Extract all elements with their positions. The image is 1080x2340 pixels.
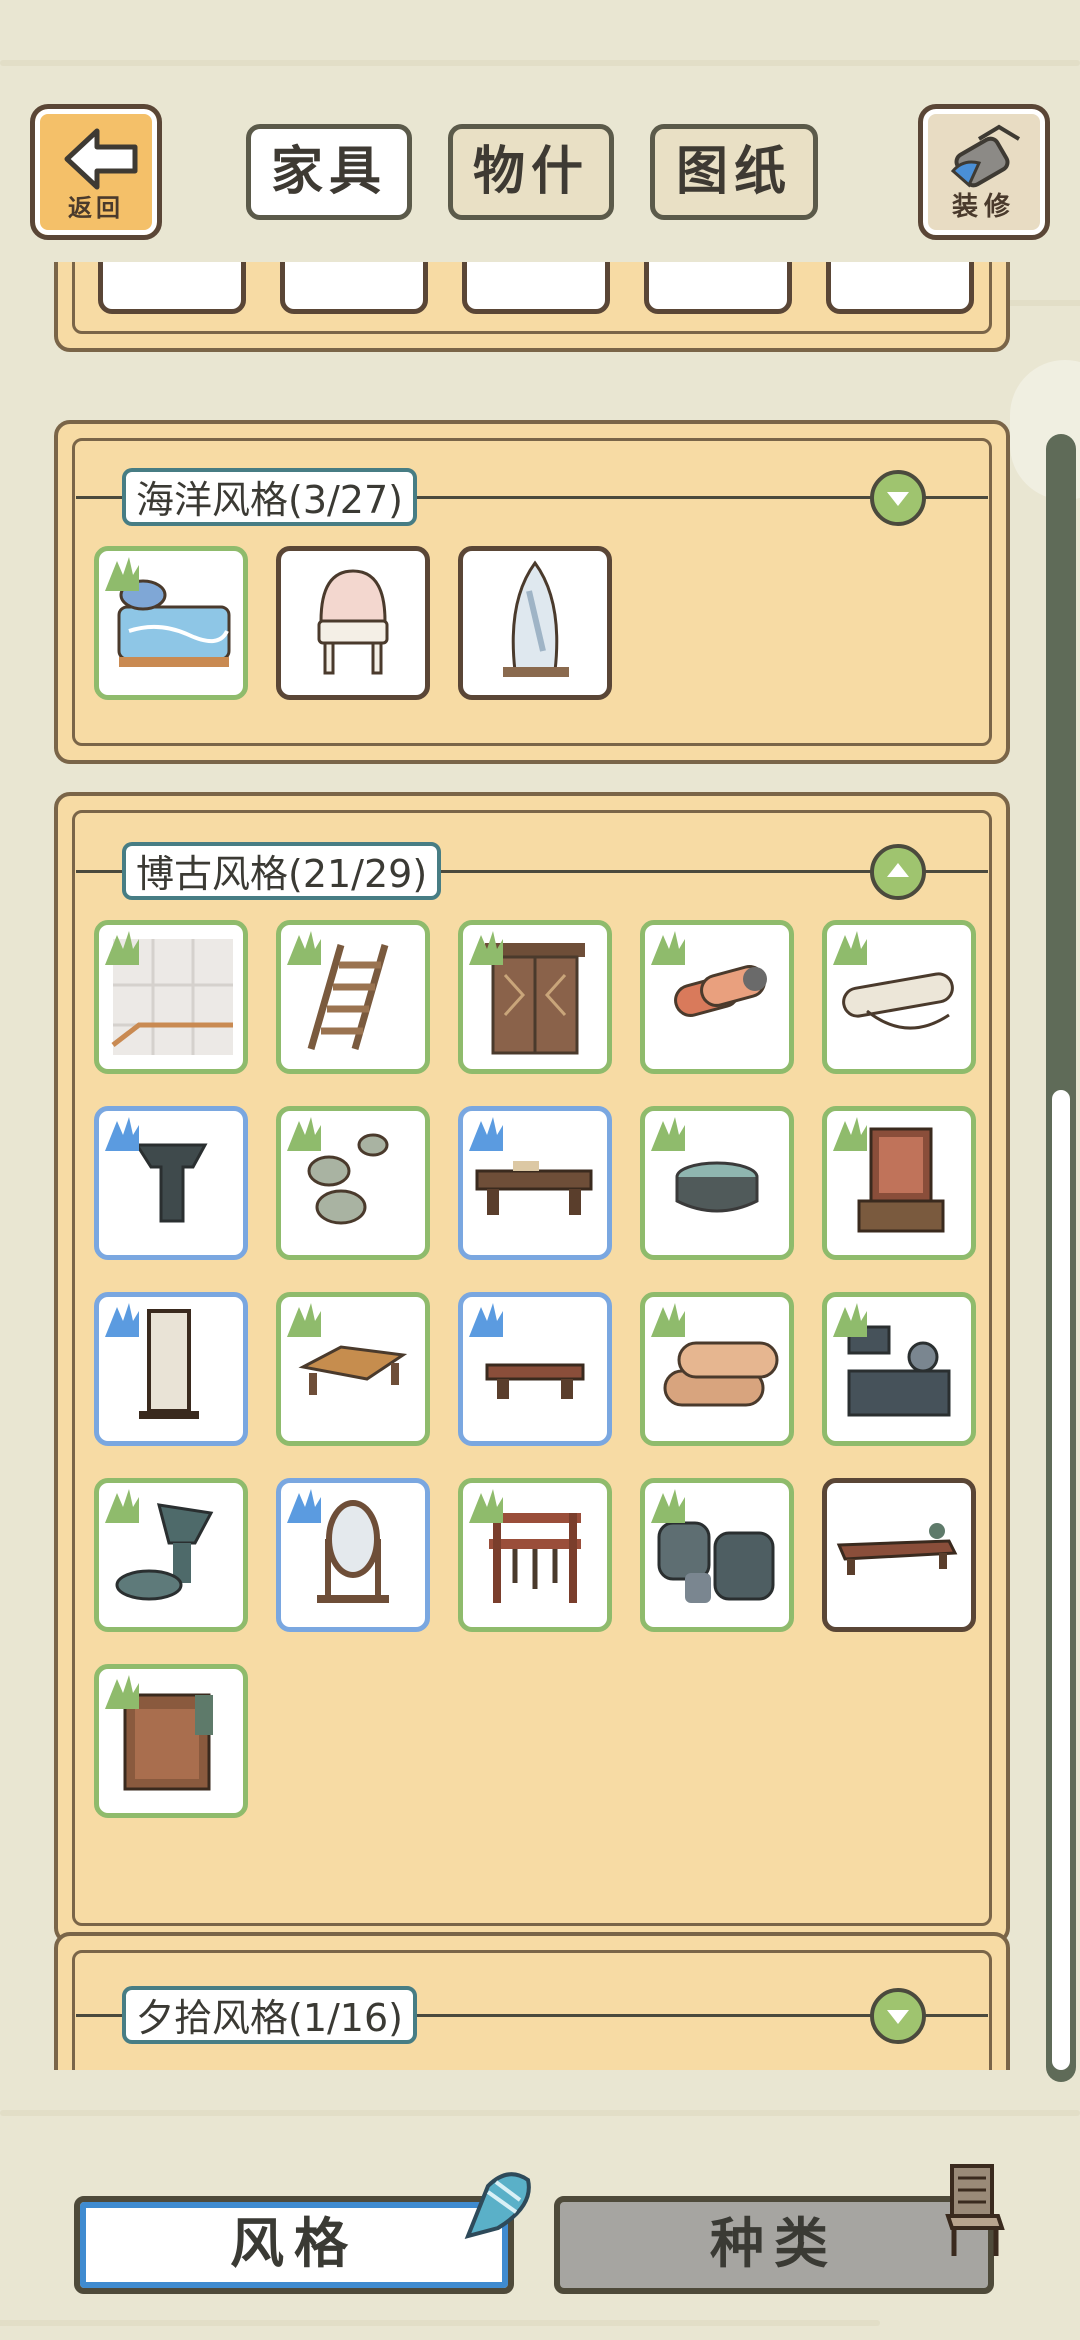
owned-hand-icon xyxy=(833,1117,867,1151)
owned-hand-icon xyxy=(105,557,139,591)
style-list[interactable]: 海洋风格(3/27) 博古风格(21/29) 夕拾风格(1/16) xyxy=(0,262,1080,2070)
expand-toggle[interactable] xyxy=(870,1988,926,2044)
previous-item-2[interactable] xyxy=(280,262,428,314)
item-shell-chair[interactable] xyxy=(276,546,430,700)
tab-furniture[interactable]: 家具 xyxy=(246,124,412,220)
item-low-desk[interactable] xyxy=(458,1106,612,1260)
section-title: 夕拾风格(1/16) xyxy=(122,1986,417,2044)
owned-hand-icon xyxy=(105,931,139,965)
item-tile-floor[interactable] xyxy=(94,920,248,1074)
expand-toggle[interactable] xyxy=(870,470,926,526)
back-label: 返回 xyxy=(68,194,124,222)
section-antique: 博古风格(21/29) xyxy=(54,792,1010,1944)
chair-icon xyxy=(945,2164,1005,2256)
collapse-toggle[interactable] xyxy=(870,844,926,900)
tab-category[interactable]: 种类 xyxy=(554,2196,994,2294)
item-stand[interactable] xyxy=(94,1106,248,1260)
decorate-label: 装修 xyxy=(951,192,1016,222)
item-wardrobe[interactable] xyxy=(94,1664,248,1818)
owned-hand-icon xyxy=(651,1117,685,1151)
placed-hand-icon xyxy=(105,1117,139,1151)
item-long-bench[interactable] xyxy=(822,1478,976,1632)
back-button[interactable]: 返回 xyxy=(30,104,162,240)
previous-item-1[interactable] xyxy=(98,262,246,314)
item-basin[interactable] xyxy=(640,1106,794,1260)
previous-item-3[interactable] xyxy=(462,262,610,314)
owned-hand-icon xyxy=(287,1117,321,1151)
owned-hand-icon xyxy=(287,931,321,965)
tab-items[interactable]: 物什 xyxy=(448,124,614,220)
back-arrow-icon xyxy=(64,128,138,190)
shell-chair-icon xyxy=(317,569,389,675)
section-title: 海洋风格(3/27) xyxy=(122,468,417,526)
item-small-table[interactable] xyxy=(458,1292,612,1446)
item-cabinet[interactable] xyxy=(822,1106,976,1260)
item-surfboard-mirror[interactable] xyxy=(458,546,612,700)
scrollbar-thumb[interactable] xyxy=(1052,1090,1070,2070)
item-stove[interactable] xyxy=(822,1292,976,1446)
item-dressing-mirror[interactable] xyxy=(276,1478,430,1632)
owned-hand-icon xyxy=(105,1675,139,1709)
item-weapon-rack[interactable] xyxy=(458,1478,612,1632)
placed-hand-icon xyxy=(469,1303,503,1337)
item-ladder[interactable] xyxy=(276,920,430,1074)
previous-item-5[interactable] xyxy=(826,262,974,314)
item-bronze-vessel[interactable] xyxy=(94,1478,248,1632)
owned-hand-icon xyxy=(469,1489,503,1523)
placed-hand-icon xyxy=(105,1303,139,1337)
item-screen[interactable] xyxy=(94,1292,248,1446)
previous-item-4[interactable] xyxy=(644,262,792,314)
item-rolled-cushion[interactable] xyxy=(640,1292,794,1446)
owned-hand-icon xyxy=(651,931,685,965)
owned-hand-icon xyxy=(469,931,503,965)
placed-hand-icon xyxy=(287,1489,321,1523)
tab-blueprints[interactable]: 图纸 xyxy=(650,124,818,220)
item-sea-bed[interactable] xyxy=(94,546,248,700)
surfboard-mirror-icon xyxy=(503,560,569,677)
owned-hand-icon xyxy=(651,1303,685,1337)
long-bench-icon xyxy=(836,1523,958,1575)
owned-hand-icon xyxy=(833,1303,867,1337)
item-wooden-door[interactable] xyxy=(458,920,612,1074)
section-title: 博古风格(21/29) xyxy=(122,842,442,900)
owned-hand-icon xyxy=(105,1489,139,1523)
item-rolled-mat[interactable] xyxy=(640,920,794,1074)
owned-hand-icon xyxy=(833,931,867,965)
shell-icon xyxy=(464,2172,531,2239)
item-scroll[interactable] xyxy=(822,920,976,1074)
owned-hand-icon xyxy=(287,1303,321,1337)
item-stepping-stones[interactable] xyxy=(276,1106,430,1260)
section-previous xyxy=(54,262,1010,352)
owned-hand-icon xyxy=(651,1489,685,1523)
item-jars[interactable] xyxy=(640,1478,794,1632)
section-ocean: 海洋风格(3/27) xyxy=(54,420,1010,764)
decorate-button[interactable]: 装修 xyxy=(918,104,1050,240)
tab-style[interactable]: 风格 xyxy=(74,2196,514,2294)
placed-hand-icon xyxy=(469,1117,503,1151)
item-tea-table[interactable] xyxy=(276,1292,430,1446)
section-xishi: 夕拾风格(1/16) xyxy=(54,1932,1010,2070)
